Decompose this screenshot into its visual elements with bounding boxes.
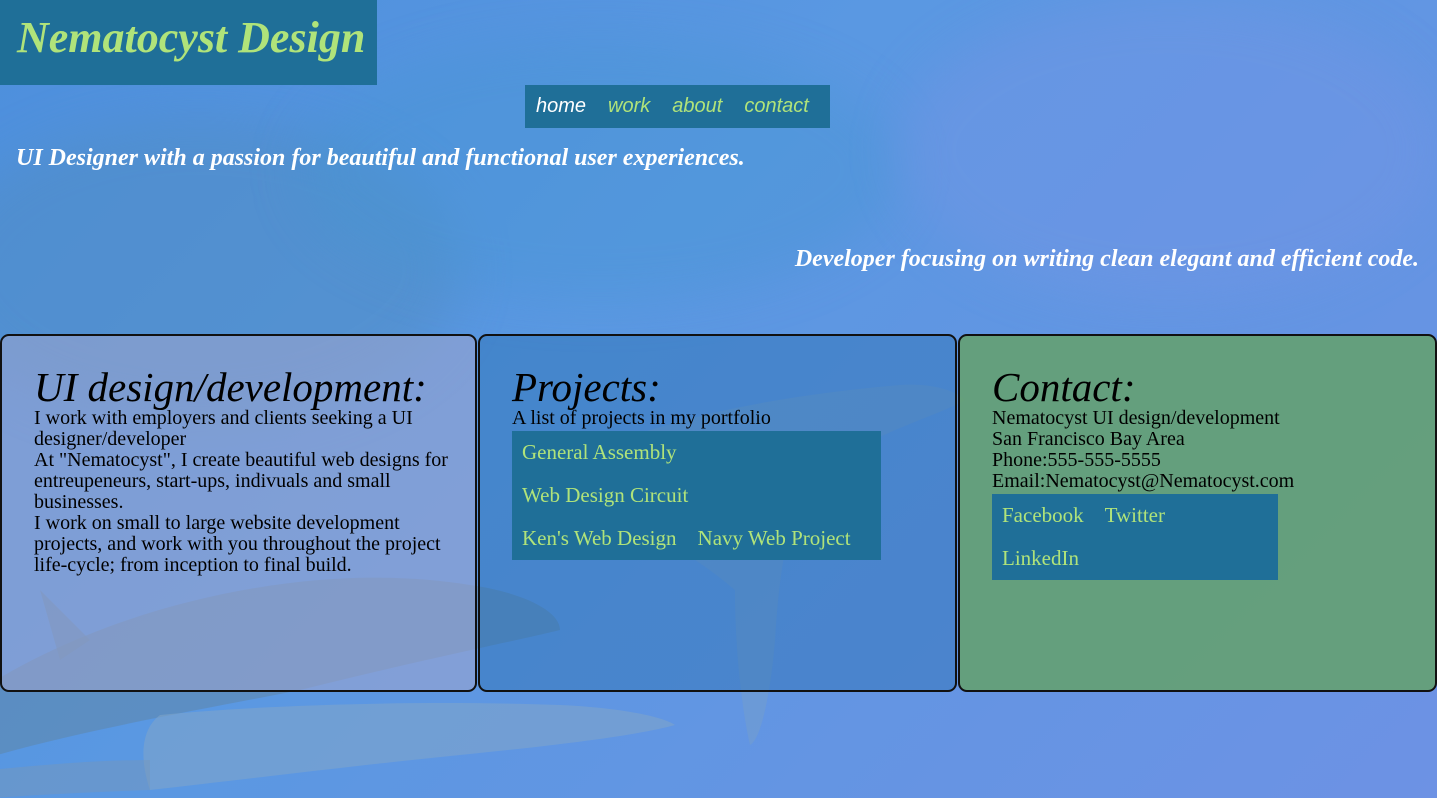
projects-intro: A list of projects in my portfolio xyxy=(512,407,771,429)
projects-link-list: General Assembly Web Design Circuit Ken'… xyxy=(512,431,881,560)
projects-heading: Projects: xyxy=(512,364,661,410)
project-link-navy-web-project[interactable]: Navy Web Project xyxy=(698,517,851,560)
projects-panel: Projects: A list of projects in my portf… xyxy=(478,334,957,692)
developer-tagline: Developer focusing on writing clean eleg… xyxy=(794,246,1419,272)
contact-heading: Contact: xyxy=(992,364,1136,410)
contact-location: San Francisco Bay Area xyxy=(992,428,1185,450)
about-paragraph: At "Nematocyst", I create beautiful web … xyxy=(34,449,448,513)
site-title-banner: Nematocyst Design xyxy=(0,0,377,85)
social-link-facebook[interactable]: Facebook xyxy=(1002,494,1084,537)
nav-link-contact[interactable]: contact xyxy=(744,95,808,118)
nav-link-home[interactable]: home xyxy=(536,95,586,118)
about-panel: UI design/development: I work with emplo… xyxy=(0,334,477,692)
social-link-list: Facebook Twitter LinkedIn xyxy=(992,494,1278,580)
contact-panel: Contact: Nematocyst UI design/developmen… xyxy=(958,334,1437,692)
project-link-general-assembly[interactable]: General Assembly xyxy=(522,431,677,474)
about-paragraph: I work with employers and clients seekin… xyxy=(34,407,413,450)
designer-tagline: UI Designer with a passion for beautiful… xyxy=(16,145,745,171)
nav-link-about[interactable]: about xyxy=(672,95,722,118)
contact-company: Nematocyst UI design/development xyxy=(992,407,1280,429)
social-link-twitter[interactable]: Twitter xyxy=(1105,494,1165,537)
contact-phone: Phone:555-555-5555 xyxy=(992,449,1161,471)
nav-link-work[interactable]: work xyxy=(608,95,650,118)
about-paragraph: I work on small to large website develop… xyxy=(34,512,441,576)
about-heading: UI design/development: xyxy=(34,364,427,410)
project-link-web-design-circuit[interactable]: Web Design Circuit xyxy=(522,474,688,517)
main-nav: home work about contact xyxy=(525,85,830,128)
social-link-linkedin[interactable]: LinkedIn xyxy=(1002,537,1079,580)
contact-email: Email:Nematocyst@Nematocyst.com xyxy=(992,470,1295,492)
site-title[interactable]: Nematocyst Design xyxy=(0,0,377,63)
project-link-kens-web-design[interactable]: Ken's Web Design xyxy=(522,517,677,560)
